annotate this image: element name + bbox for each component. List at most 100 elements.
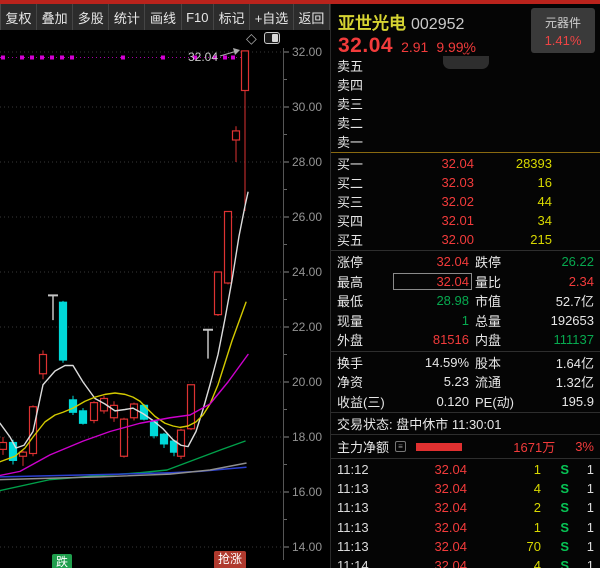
order-label: 卖四	[337, 75, 379, 94]
trading-status: 交易状态: 盘中休市 11:30:01	[331, 414, 600, 433]
sector-name: 元器件	[545, 14, 581, 31]
quote-panel: 亚世光电 002952 32.04 2.91 9.99% 元器件 1.41% ˇˇ 卖…	[330, 4, 600, 568]
down-badge[interactable]: 跌	[52, 554, 72, 568]
order-price: 32.02	[379, 194, 474, 209]
kline-chart-canvas[interactable]: 32.0030.0028.0026.0024.0022.0020.0018.00…	[0, 30, 330, 568]
stat-label: 流通	[469, 372, 521, 391]
buy-order-row[interactable]: 买五32.00215	[331, 230, 600, 249]
stats-block-2: 换手14.59%股本1.64亿净资5.23流通1.32亿收益(三)0.120PE…	[331, 353, 600, 412]
buy-order-row[interactable]: 买三32.0244	[331, 192, 600, 211]
panel-toggle-icon[interactable]	[264, 32, 280, 44]
tick-direction: S	[541, 481, 569, 496]
buy-order-row[interactable]: 买一32.0428393	[331, 154, 600, 173]
toolbar-item-4[interactable]: 画线	[145, 4, 181, 30]
tick-row: 11:1232.041S1	[331, 460, 600, 479]
tick-time: 11:13	[337, 481, 377, 496]
order-volume: 16	[474, 175, 552, 190]
ma-white	[0, 192, 248, 448]
tick-direction: S	[541, 558, 569, 568]
buy-order-row[interactable]: 买二32.0316	[331, 173, 600, 192]
tick-row: 11:1432.044S1	[331, 556, 600, 568]
main-flow-label: 主力净额	[337, 437, 389, 456]
toolbar-item-6[interactable]: 标记	[214, 4, 250, 30]
main-flow-row[interactable]: 主力净额 ≡ 1671万 3%	[331, 436, 600, 457]
order-label: 买三	[337, 192, 379, 211]
tick-price: 32.04	[377, 558, 467, 568]
stock-name: 亚世光电	[338, 14, 406, 33]
tick-volume: 1	[467, 462, 541, 477]
buy-order-row[interactable]: 买四32.0134	[331, 211, 600, 230]
stat-value: 5.23	[393, 374, 469, 389]
order-label: 买一	[337, 154, 379, 173]
y-axis-label: 28.00	[292, 155, 322, 169]
sell-order-row[interactable]: 卖三	[331, 94, 600, 113]
collapse-tab[interactable]: ˇˇ	[443, 56, 489, 69]
stat-label: 收益(三)	[337, 392, 393, 411]
stat-label: 净资	[337, 372, 393, 391]
stat-value: 52.7亿	[521, 291, 594, 310]
stat-row: 最低28.98市值52.7亿	[331, 291, 600, 311]
order-volume: 215	[474, 232, 552, 247]
price-change-pct: 9.99%	[436, 39, 476, 55]
sell-order-row[interactable]: 卖二	[331, 113, 600, 132]
tick-count: 1	[569, 462, 594, 477]
stock-code: 002952	[411, 16, 464, 33]
stat-label: 总量	[469, 311, 521, 330]
kline-chart[interactable]: 32.0030.0028.0026.0024.0022.0020.0018.00…	[0, 30, 330, 568]
tick-volume: 2	[467, 500, 541, 515]
tick-count: 1	[569, 539, 594, 554]
stat-label: 现量	[337, 311, 393, 330]
tick-volume: 70	[467, 539, 541, 554]
stat-row: 最高32.04量比2.34	[331, 272, 600, 292]
stat-value: 1.64亿	[521, 353, 594, 372]
order-label: 卖三	[337, 94, 379, 113]
stat-row: 换手14.59%股本1.64亿	[331, 353, 600, 373]
stat-label: 换手	[337, 353, 393, 372]
up-badge[interactable]: 抢涨	[214, 551, 246, 568]
stat-value: 32.04	[393, 273, 472, 290]
sector-box[interactable]: 元器件 1.41%	[531, 8, 595, 53]
toolbar-item-1[interactable]: 叠加	[37, 4, 73, 30]
stats-block-1: 涨停32.04跌停26.22最高32.04量比2.34最低28.98市值52.7…	[331, 252, 600, 350]
y-axis-label: 20.00	[292, 375, 322, 389]
stat-label: 内盘	[469, 330, 521, 349]
toolbar-item-5[interactable]: F10	[182, 4, 215, 30]
order-price: 32.03	[379, 175, 474, 190]
detail-icon[interactable]: ≡	[395, 441, 406, 452]
y-axis-label: 22.00	[292, 320, 322, 334]
main-flow-pct: 3%	[575, 439, 594, 454]
tick-list: 11:1232.041S111:1332.044S111:1332.042S11…	[331, 460, 600, 568]
sell-order-row[interactable]: 卖一	[331, 132, 600, 151]
order-volume: 28393	[474, 156, 552, 171]
y-axis-label: 30.00	[292, 100, 322, 114]
order-label: 卖一	[337, 132, 379, 151]
tick-volume: 4	[467, 558, 541, 568]
stat-label: 涨停	[337, 252, 393, 271]
toolbar-item-2[interactable]: 多股	[73, 4, 109, 30]
stat-label: PE(动)	[469, 392, 521, 411]
tick-count: 1	[569, 520, 594, 535]
sell-order-row[interactable]: 卖四	[331, 75, 600, 94]
stat-label: 最低	[337, 291, 393, 310]
tick-price: 32.04	[377, 481, 467, 496]
tick-row: 11:1332.041S1	[331, 518, 600, 537]
stat-value: 192653	[521, 313, 594, 328]
toolbar-item-7[interactable]: +自选	[250, 4, 294, 30]
toolbar-item-0[interactable]: 复权	[1, 4, 37, 30]
order-volume: 44	[474, 194, 552, 209]
y-axis-label: 26.00	[292, 210, 322, 224]
quote-header: 亚世光电002952 32.042.919.99% 元器件 1.41%	[331, 4, 600, 56]
diamond-tool-icon[interactable]: ◇	[246, 31, 257, 45]
stat-value: 1.32亿	[521, 372, 594, 391]
price-annotation: 32.04	[188, 50, 218, 64]
main-flow-bar	[416, 443, 462, 451]
order-label: 卖五	[337, 56, 379, 75]
tick-price: 32.04	[377, 462, 467, 477]
toolbar-item-8[interactable]: 返回	[294, 4, 330, 30]
tick-direction: S	[541, 539, 569, 554]
stat-value: 28.98	[393, 293, 469, 308]
stat-row: 现量1总量192653	[331, 311, 600, 331]
price-change: 2.91	[401, 39, 428, 55]
tick-volume: 1	[467, 520, 541, 535]
toolbar-item-3[interactable]: 统计	[109, 4, 145, 30]
